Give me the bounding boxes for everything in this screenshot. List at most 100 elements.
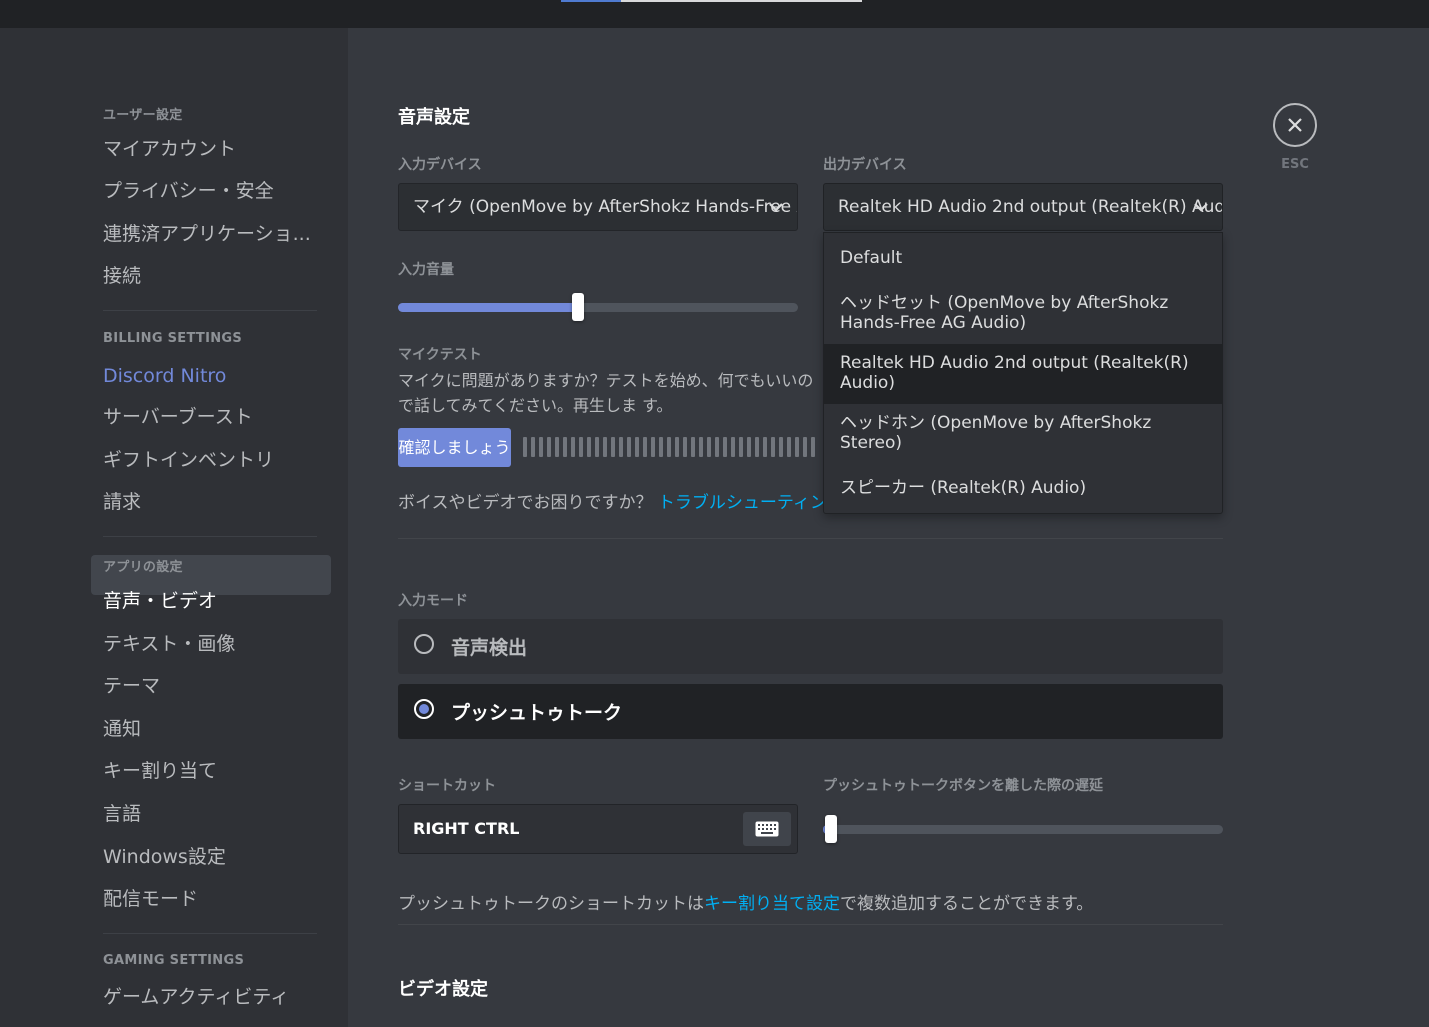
meter-bar	[531, 437, 535, 457]
ptt-delay-slider[interactable]	[823, 825, 1223, 834]
video-settings-title: ビデオ設定	[398, 979, 488, 1000]
record-keybind-button[interactable]	[743, 812, 791, 846]
meter-bar	[691, 437, 695, 457]
sidebar-item-billing[interactable]: 請求	[103, 489, 141, 515]
meter-bar	[795, 437, 799, 457]
meter-bar	[563, 437, 567, 457]
output-device-select[interactable]: Realtek HD Audio 2nd output (Realtek(R) …	[823, 183, 1223, 231]
sidebar-item-my-account[interactable]: マイアカウント	[103, 136, 236, 162]
sidebar-separator	[103, 310, 317, 311]
sidebar-item-notifications[interactable]: 通知	[103, 716, 141, 742]
meter-bar	[755, 437, 759, 457]
meter-bar	[547, 437, 551, 457]
meter-bar	[539, 437, 543, 457]
input-volume-handle[interactable]	[572, 293, 584, 321]
meter-bar	[603, 437, 607, 457]
sidebar-item-server-boost[interactable]: サーバーブースト	[103, 404, 253, 430]
sidebar-header-app: アプリの設定	[103, 560, 183, 575]
meter-bar	[803, 437, 807, 457]
mic-test-label: マイクテスト	[398, 347, 482, 363]
section-divider	[398, 538, 1223, 539]
help-text: ボイスやビデオでお困りですか？ トラブルシューティングガイドをご覧ください	[398, 488, 823, 513]
help-text-prefix: ボイスやビデオでお困りですか？	[398, 493, 653, 513]
top-bar-progress	[621, 0, 862, 2]
section-divider	[398, 924, 1223, 925]
output-option-headphones[interactable]: ヘッドホン (OpenMove by AfterShokz Stereo)	[824, 413, 1222, 453]
input-device-value: マイク (OpenMove by AfterShokz Hands-Free A…	[413, 197, 797, 217]
input-mode-voice-activity[interactable]: 音声検出	[398, 619, 1223, 674]
shortcut-label: ショートカット	[398, 778, 496, 794]
chevron-down-icon	[1194, 203, 1208, 212]
ptt-delay-handle[interactable]	[825, 815, 837, 843]
meter-bar	[587, 437, 591, 457]
input-device-label: 入力デバイス	[398, 157, 482, 173]
mic-level-meter	[523, 437, 823, 457]
keybind-settings-link[interactable]: キー割り当て設定	[704, 894, 840, 914]
meter-bar	[811, 437, 815, 457]
sidebar-separator	[103, 933, 317, 934]
meter-bar	[739, 437, 743, 457]
meter-bar	[611, 437, 615, 457]
mic-test-button[interactable]: 確認しましょう	[398, 428, 511, 467]
radio-checked-icon	[414, 699, 434, 719]
ptt-keybind-note: プッシュトゥトークのショートカットはキー割り当て設定で複数追加することができます…	[398, 889, 1093, 914]
input-device-select[interactable]: マイク (OpenMove by AfterShokz Hands-Free A…	[398, 183, 798, 231]
meter-bar	[523, 437, 527, 457]
meter-bar	[707, 437, 711, 457]
meter-bar	[787, 437, 791, 457]
sidebar-item-voice-video[interactable]: 音声・ビデオ	[103, 588, 217, 614]
close-button[interactable]	[1273, 103, 1317, 147]
sidebar-item-nitro[interactable]: Discord Nitro	[103, 363, 226, 389]
output-option-speakers[interactable]: スピーカー (Realtek(R) Audio)	[824, 478, 1222, 498]
meter-bar	[627, 437, 631, 457]
meter-bar	[675, 437, 679, 457]
meter-bar	[771, 437, 775, 457]
sidebar-item-theme[interactable]: テーマ	[103, 673, 160, 699]
output-device-dropdown: Default ヘッドセット (OpenMove by AfterShokz H…	[823, 232, 1223, 514]
troubleshoot-link[interactable]: トラブルシューティングガイドをご覧ください	[658, 493, 823, 513]
input-mode-label: 入力モード	[398, 593, 468, 609]
meter-bar	[643, 437, 647, 457]
sidebar-item-keybinds[interactable]: キー割り当て	[103, 758, 217, 784]
meter-bar	[659, 437, 663, 457]
sidebar-item-language[interactable]: 言語	[103, 801, 141, 827]
shortcut-value: RIGHT CTRL	[413, 819, 520, 838]
meter-bar	[595, 437, 599, 457]
shortcut-recorder[interactable]: RIGHT CTRL	[398, 804, 798, 854]
meter-bar	[779, 437, 783, 457]
input-mode-option-label: 音声検出	[451, 637, 528, 659]
meter-bar	[699, 437, 703, 457]
meter-bar	[579, 437, 583, 457]
output-option-realtek-2nd[interactable]: Realtek HD Audio 2nd output (Realtek(R) …	[824, 344, 1222, 404]
ptt-delay-label: プッシュトゥトークボタンを離した際の遅延	[823, 778, 1103, 794]
sidebar-item-privacy[interactable]: プライバシー・安全	[103, 178, 274, 204]
meter-bar	[747, 437, 751, 457]
sidebar-item-text-images[interactable]: テキスト・画像	[103, 631, 235, 657]
close-icon	[1288, 118, 1302, 132]
mic-test-description: マイクに問題がありますか？テストを始め、何でもいいので話してみてください。再生し…	[398, 371, 814, 415]
sidebar-item-game-activity[interactable]: ゲームアクティビティ	[103, 984, 289, 1010]
input-volume-fill	[398, 303, 578, 312]
sidebar-item-streamer-mode[interactable]: 配信モード	[103, 886, 198, 912]
meter-bar	[683, 437, 687, 457]
sidebar-item-windows-settings[interactable]: Windows設定	[103, 844, 226, 870]
meter-bar	[731, 437, 735, 457]
sidebar-item-gift-inventory[interactable]: ギフトインベントリ	[103, 447, 274, 473]
meter-bar	[667, 437, 671, 457]
meter-bar	[715, 437, 719, 457]
input-mode-push-to-talk[interactable]: プッシュトゥトーク	[398, 684, 1223, 739]
input-volume-slider[interactable]	[398, 303, 798, 312]
meter-bar	[571, 437, 575, 457]
top-bar	[0, 0, 1429, 28]
sidebar-separator	[103, 536, 317, 537]
output-device-value: Realtek HD Audio 2nd output (Realtek(R) …	[838, 197, 1223, 217]
output-option-headset[interactable]: ヘッドセット (OpenMove by AfterShokz Hands-Fre…	[824, 293, 1222, 333]
sidebar-header-billing: BILLING SETTINGS	[103, 331, 243, 346]
radio-unchecked-icon	[414, 634, 434, 654]
sidebar-header-gaming: GAMING SETTINGS	[103, 953, 245, 968]
meter-bar	[763, 437, 767, 457]
sidebar-item-connections[interactable]: 接続	[103, 263, 141, 289]
sidebar-item-authorized-apps[interactable]: 連携済アプリケーショ...	[103, 221, 311, 247]
meter-bar	[651, 437, 655, 457]
output-option-default[interactable]: Default	[824, 248, 1222, 268]
